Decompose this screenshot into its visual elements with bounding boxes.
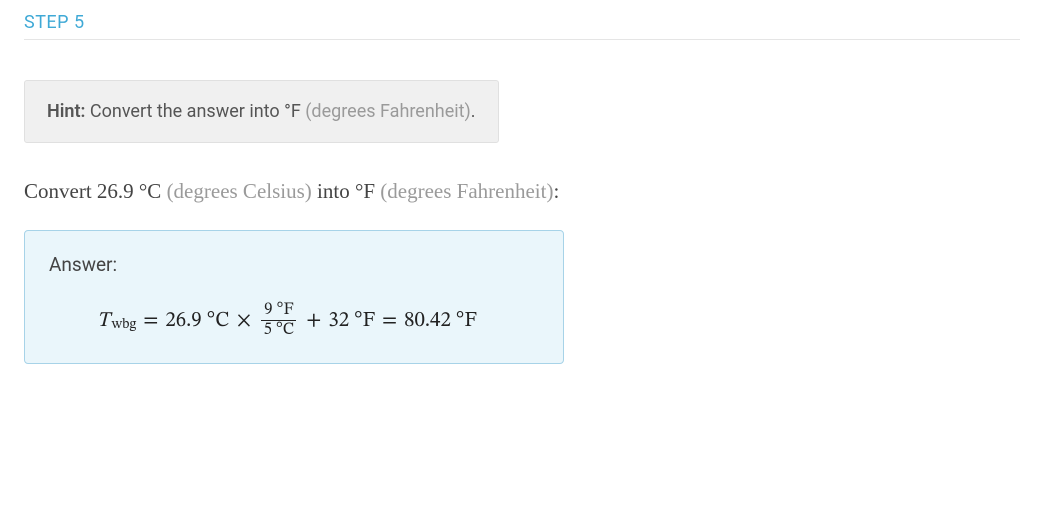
hint-text-1: Convert the answer into — [85, 101, 284, 122]
instr-colon: : — [553, 179, 559, 203]
formula-val-c: 26.9 °C — [165, 308, 229, 334]
answer-formula: Twbg = 26.9 °C × 9 °F 5 °C + 32 °F = 80.… — [49, 302, 539, 339]
hint-period: . — [471, 101, 476, 122]
formula-var: T — [97, 308, 110, 334]
formula-val-32: 32 °F — [328, 308, 375, 334]
formula-plus: + — [301, 308, 326, 334]
formula-times: × — [231, 308, 256, 334]
answer-label: Answer: — [49, 253, 539, 276]
hint-unit-f: °F — [284, 101, 301, 122]
hint-unit-f-desc: (degrees Fahrenheit) — [301, 101, 471, 122]
answer-box: Answer: Twbg = 26.9 °C × 9 °F 5 °C + 32 … — [24, 230, 564, 364]
instr-unit-f: °F — [355, 179, 375, 203]
formula-subscript: wbg — [112, 316, 137, 334]
formula-eq1: = — [138, 308, 163, 334]
hint-box: Hint: Convert the answer into °F (degree… — [24, 80, 499, 143]
instruction-line: Convert 26.9 °C (degrees Celsius) into °… — [24, 179, 1020, 204]
instr-value-c: 26.9 °C — [97, 179, 161, 203]
step-label: STEP 5 — [24, 12, 1020, 39]
formula-result: 80.42 °F — [404, 308, 477, 334]
hint-label: Hint: — [47, 101, 85, 122]
formula-eq2: = — [377, 308, 402, 334]
frac-denominator: 5 °C — [261, 320, 296, 339]
frac-numerator: 9 °F — [262, 302, 295, 320]
instr-desc-f: (degrees Fahrenheit) — [375, 179, 553, 203]
instr-text-1: Convert — [24, 179, 97, 203]
step-divider — [24, 39, 1020, 40]
instr-text-2: into — [312, 179, 355, 203]
formula-fraction: 9 °F 5 °C — [261, 302, 296, 339]
instr-desc-c: (degrees Celsius) — [161, 179, 311, 203]
